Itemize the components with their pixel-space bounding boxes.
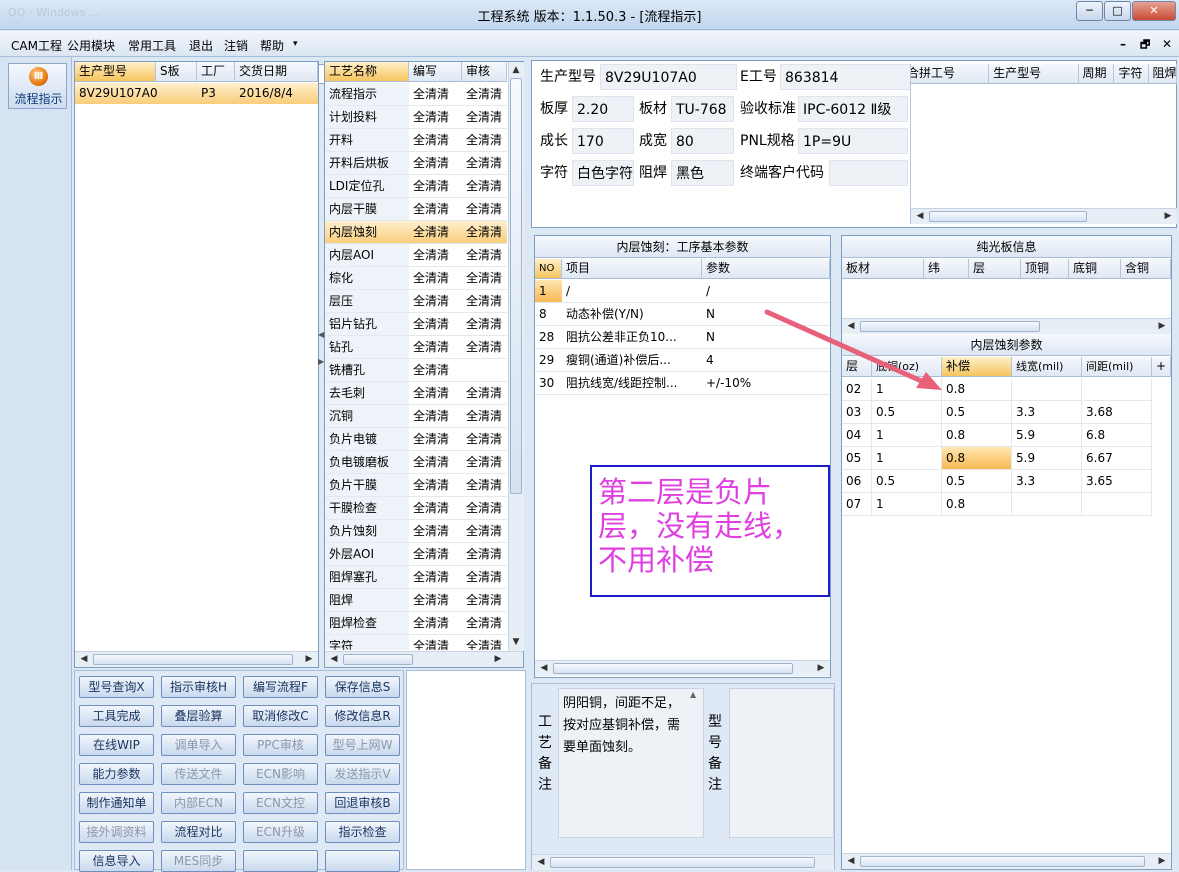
annotation-arrow: [764, 309, 942, 390]
